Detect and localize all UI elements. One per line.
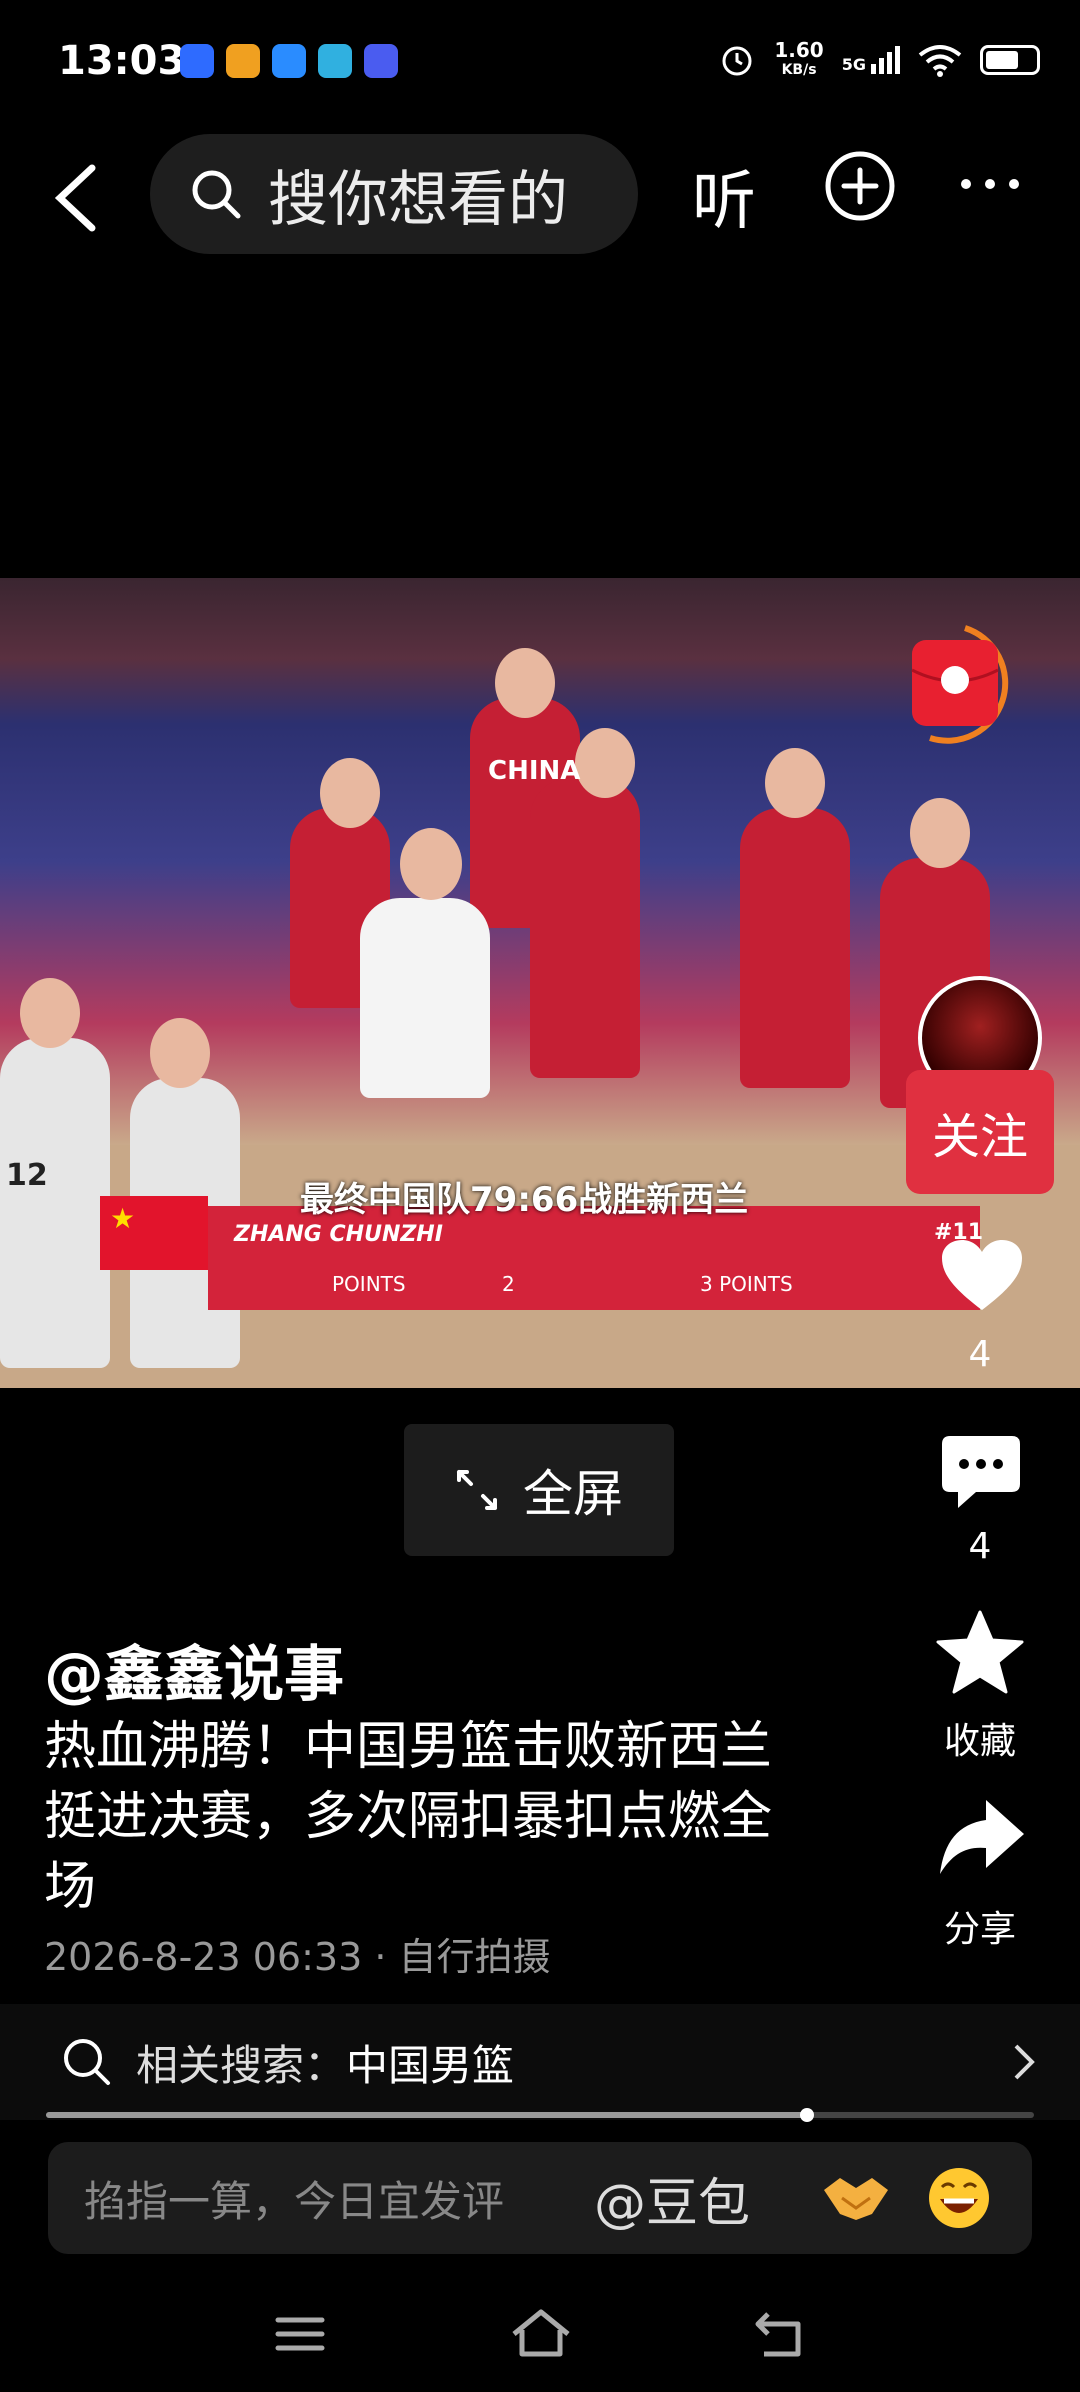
- wifi-icon: [918, 45, 962, 77]
- share-icon[interactable]: [938, 1798, 1026, 1878]
- author-name[interactable]: @鑫鑫说事: [44, 1626, 344, 1713]
- alarm-icon: [722, 46, 752, 76]
- status-time: 13:03: [58, 38, 186, 84]
- return-icon[interactable]: [754, 2310, 806, 2358]
- vivo-app-icon: [364, 44, 398, 78]
- video-subtitle: 最终中国队79:66战胜新西兰: [300, 1180, 749, 1220]
- listen-button[interactable]: 听: [692, 150, 756, 242]
- related-search-term: 中国男篮: [346, 2040, 515, 2090]
- heart-icon[interactable]: [940, 1238, 1024, 1314]
- battery-icon: [980, 45, 1040, 75]
- wallet-app-icon: [318, 44, 352, 78]
- fullscreen-button[interactable]: 全屏: [404, 1424, 674, 1556]
- mention-doubao[interactable]: @豆包: [594, 2161, 814, 2236]
- jersey-number: 12: [6, 1158, 48, 1193]
- post-source: 自行拍摄: [398, 1935, 551, 1979]
- signal-icon: 5G: [842, 46, 900, 74]
- back-icon[interactable]: [48, 158, 108, 238]
- related-search-label: 相关搜索：: [136, 2040, 347, 2090]
- stat-label: 3 POINTS: [700, 1272, 793, 1296]
- search-icon: [192, 170, 241, 219]
- status-bar: 13:03 1.60 KB/s 5G: [0, 0, 1080, 120]
- home-icon[interactable]: [510, 2308, 572, 2358]
- post-description: 热血沸腾！中国男篮击败新西兰挺进决赛，多次隔扣暴扣点燃全场: [44, 1717, 773, 1917]
- favorite-label: 收藏: [943, 1721, 1016, 1762]
- follow-button[interactable]: 关注: [906, 1070, 1054, 1194]
- add-icon[interactable]: [824, 150, 896, 222]
- system-nav-bar: [0, 2300, 1080, 2392]
- laugh-emoji[interactable]: [926, 2165, 992, 2231]
- china-flag: ★: [100, 1196, 208, 1270]
- comment-placeholder: 掐指一算，今日宜发评: [84, 2176, 505, 2226]
- post-meta: 2026-8-23 06:33 · 自行拍摄: [44, 1935, 551, 1979]
- search-icon: [64, 2039, 110, 2085]
- progress-knob[interactable]: [799, 2108, 814, 2122]
- baidu-app-icon: [180, 44, 214, 78]
- red-packet-icon[interactable]: [900, 620, 1030, 750]
- expand-icon: [457, 1470, 497, 1510]
- more-icon[interactable]: [958, 176, 1022, 192]
- browser-app-icon: [272, 44, 306, 78]
- stat-label: POINTS: [332, 1272, 406, 1296]
- search-placeholder: 搜你想看的: [268, 164, 568, 235]
- share-label: 分享: [943, 1909, 1016, 1950]
- notification-icons: [180, 44, 398, 78]
- net-speed: 1.60 KB/s: [774, 38, 824, 78]
- player-name: ZHANG CHUNZHI: [234, 1222, 443, 1247]
- jersey-text: CHINA: [488, 756, 581, 786]
- comment-count: 4: [968, 1526, 992, 1567]
- like-count: 4: [968, 1334, 992, 1375]
- weibo-app-icon: [226, 44, 260, 78]
- stat-label: 2: [502, 1272, 515, 1296]
- menu-icon[interactable]: [274, 2314, 326, 2354]
- star-icon[interactable]: [936, 1610, 1024, 1694]
- post-date: 2026-8-23 06:33: [44, 1935, 363, 1979]
- video-progress-bar[interactable]: [46, 2108, 1034, 2122]
- chevron-right-icon: [1014, 2044, 1035, 2080]
- handshake-emoji[interactable]: [820, 2170, 892, 2226]
- comment-input[interactable]: 掐指一算，今日宜发评 @豆包: [48, 2142, 1032, 2254]
- related-search[interactable]: 相关搜索： 中国男篮: [0, 2004, 1080, 2120]
- search-bar[interactable]: 搜你想看的: [150, 134, 638, 254]
- fullscreen-label: 全屏: [523, 1465, 623, 1523]
- comment-icon[interactable]: [940, 1434, 1022, 1510]
- status-right: 1.60 KB/s 5G: [718, 40, 1040, 80]
